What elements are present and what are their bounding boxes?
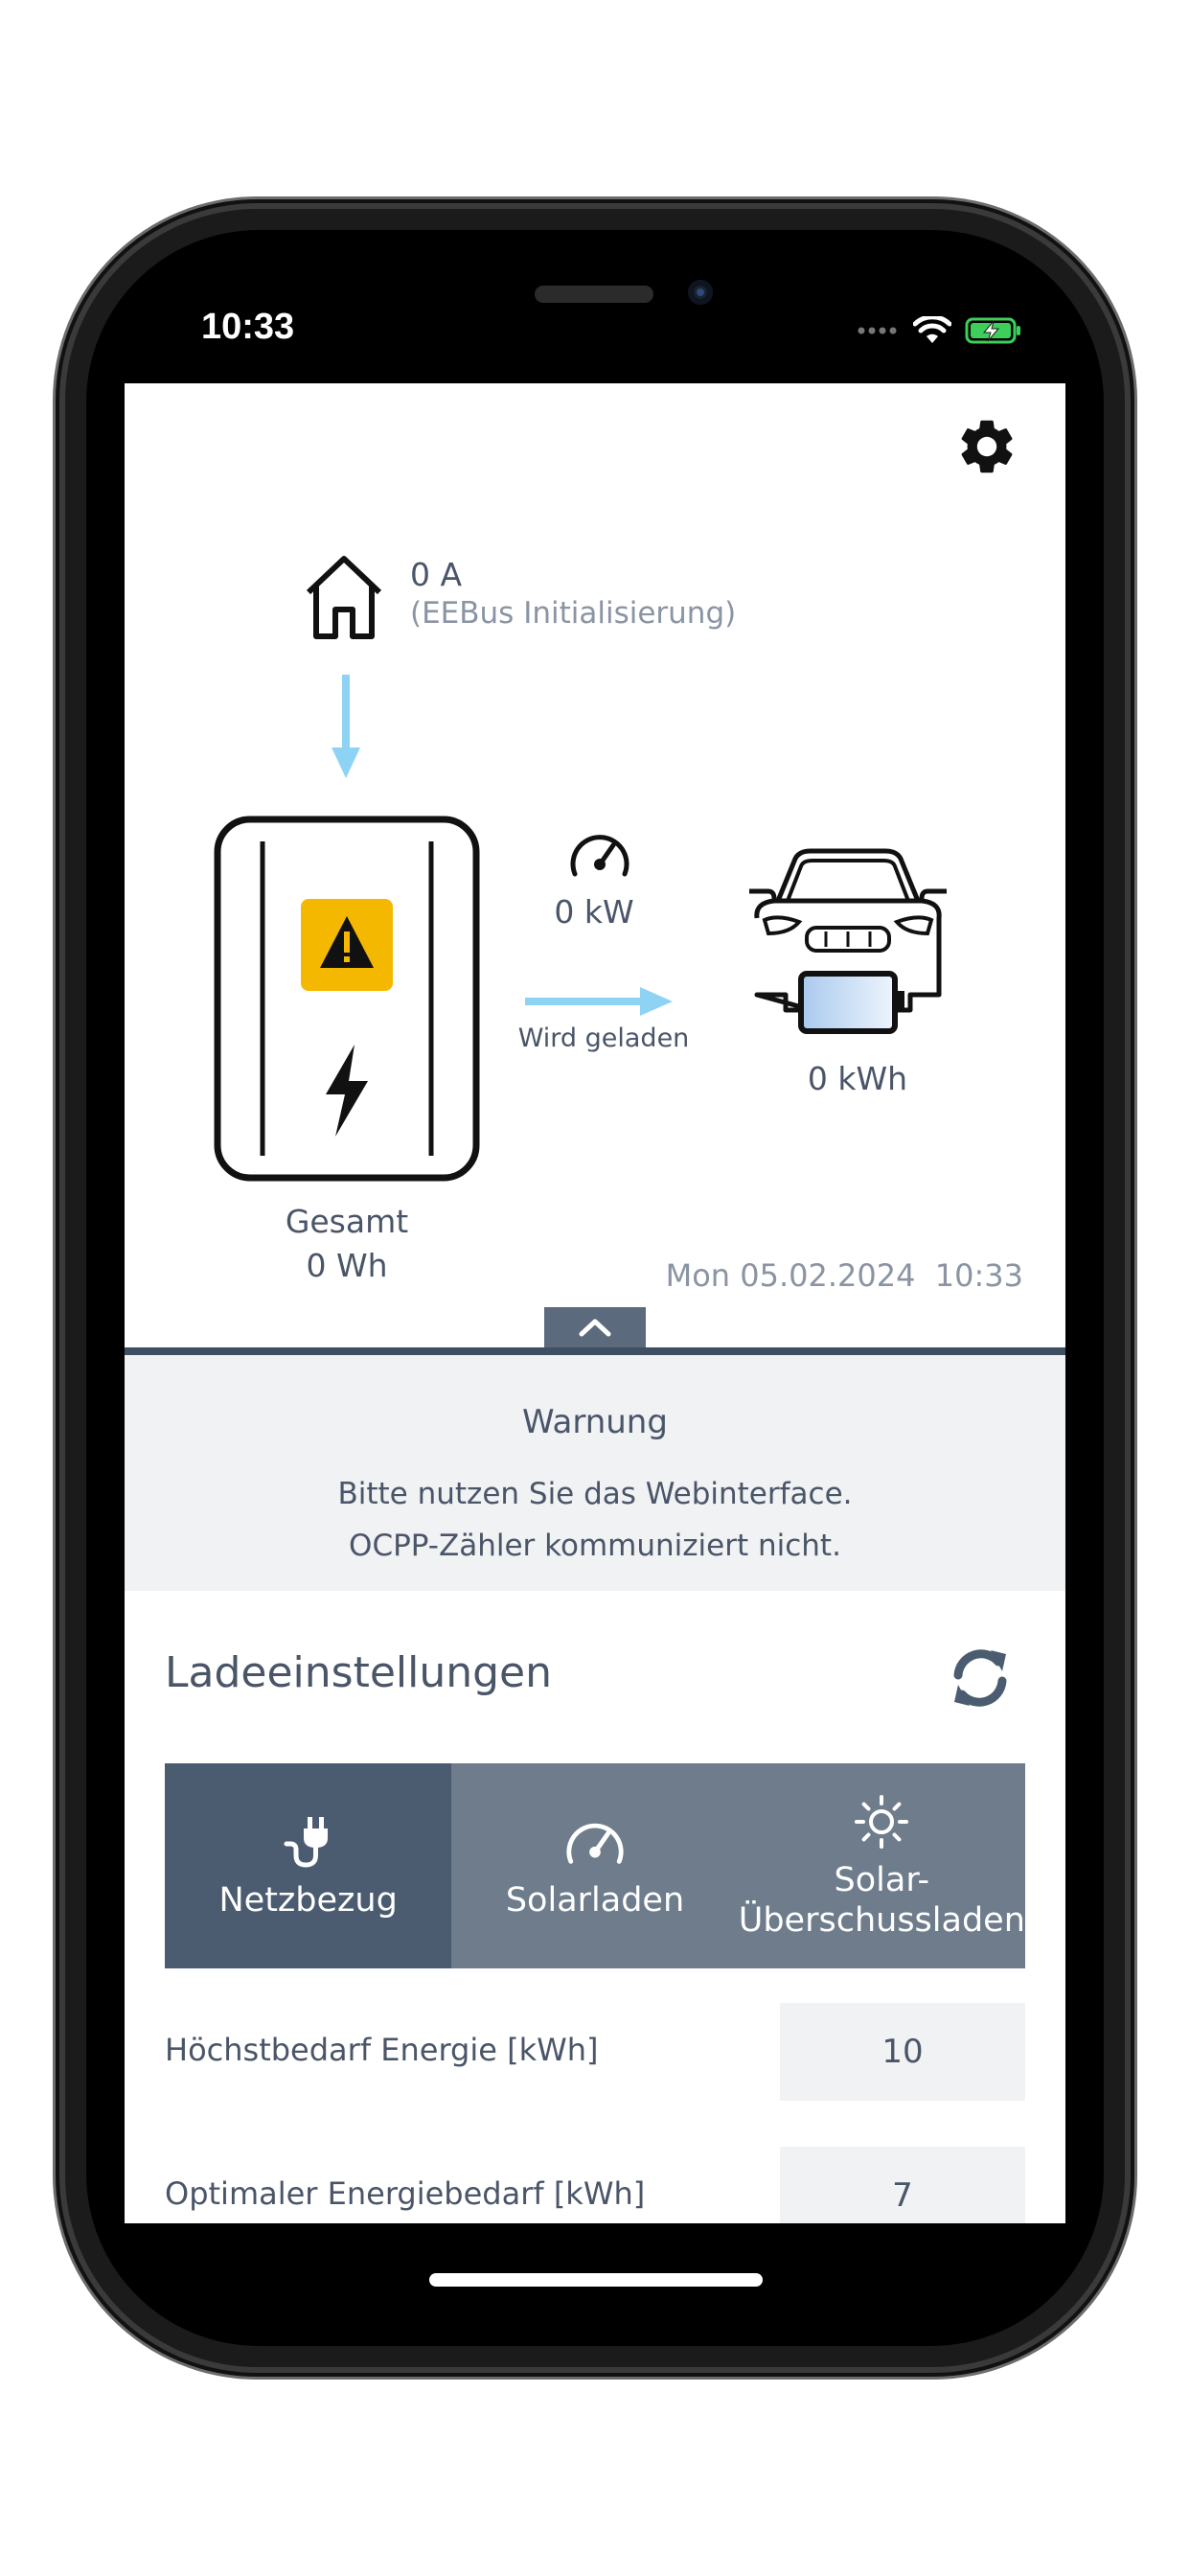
status-time: 10:33 (201, 307, 295, 347)
setting-label: Höchstbedarf Energie [kWh] (165, 2032, 599, 2068)
tab-solar-ueberschussladen-label: Solar- Überschussladen (739, 1860, 1025, 1941)
tab-netzbezug[interactable]: Netzbezug (165, 1763, 452, 1968)
car-icon (749, 848, 947, 1034)
arrow-right-icon (525, 987, 673, 1016)
house-current: 0 A (410, 556, 463, 593)
gear-icon (961, 420, 1013, 473)
house-status: (EEBus Initialisierung) (410, 596, 737, 631)
vehicle-energy: 0 kWh (807, 1060, 908, 1097)
battery-charging-icon (965, 317, 1020, 344)
tab-solarladen[interactable]: Solarladen (451, 1763, 738, 1968)
total-energy: Gesamt 0 Wh (222, 1200, 471, 1288)
tab-label-line-2: Überschussladen (738, 1901, 1025, 1940)
setting-row-optimal-energy: Optimaler Energiebedarf [kWh] 7 (165, 2147, 1025, 2223)
setting-row-max-energy: Höchstbedarf Energie [kWh] 10 (165, 2003, 1025, 2101)
arrow-down-icon (332, 675, 360, 778)
total-label: Gesamt (285, 1203, 409, 1240)
wifi-icon (913, 316, 951, 343)
date-time: Mon 05.02.2024 10:33 (666, 1257, 1023, 1294)
refresh-icon (953, 1649, 1007, 1707)
wallbox-icon (214, 816, 480, 1182)
warning-message-1: Bitte nutzen Sie das Webinterface. (337, 1477, 853, 1511)
refresh-button[interactable] (947, 1644, 1014, 1715)
warning-panel: Warnung Bitte nutzen Sie das Webinterfac… (125, 1355, 1065, 1591)
charging-state: Wird geladen (517, 1024, 690, 1053)
settings-button[interactable] (954, 414, 1019, 483)
speedometer-icon (566, 1823, 624, 1864)
plug-icon (284, 1817, 328, 1868)
app-screen: 0 A (EEBus Initialisierung) Gesamt 0 Wh … (125, 383, 1065, 2223)
home-indicator[interactable] (429, 2273, 763, 2287)
charging-power: 0 kW (554, 893, 634, 931)
charging-mode-tabs: Netzbezug Solarladen Solar- Überschussla… (165, 1763, 1025, 1968)
sun-icon (855, 1795, 909, 1849)
tab-label-line-1: Solar- (834, 1861, 930, 1899)
signal-dots-icon (858, 327, 897, 334)
speedometer-icon (570, 835, 629, 877)
warning-title: Warnung (522, 1403, 668, 1441)
chevron-up-icon (579, 1319, 611, 1337)
tab-solarladen-label: Solarladen (505, 1881, 685, 1920)
settings-title: Ladeeinstellungen (165, 1648, 553, 1697)
date-text: Mon 05.02.2024 (665, 1257, 916, 1294)
collapse-button[interactable] (544, 1307, 646, 1347)
tab-netzbezug-label: Netzbezug (218, 1881, 398, 1920)
setting-label: Optimaler Energiebedarf [kWh] (165, 2175, 646, 2212)
warning-message-2: OCPP-Zähler kommuniziert nicht. (349, 1529, 841, 1563)
house-icon (306, 556, 382, 639)
tab-solar-ueberschussladen[interactable]: Solar- Überschussladen (739, 1763, 1025, 1968)
total-value: 0 Wh (306, 1247, 388, 1284)
optimal-energy-input[interactable]: 7 (780, 2147, 1025, 2223)
time-text: 10:33 (934, 1257, 1023, 1294)
max-energy-input[interactable]: 10 (780, 2003, 1025, 2101)
status-bar: 10:33 (125, 288, 1065, 374)
status-icons (858, 316, 1022, 345)
section-divider (125, 1347, 1065, 1355)
